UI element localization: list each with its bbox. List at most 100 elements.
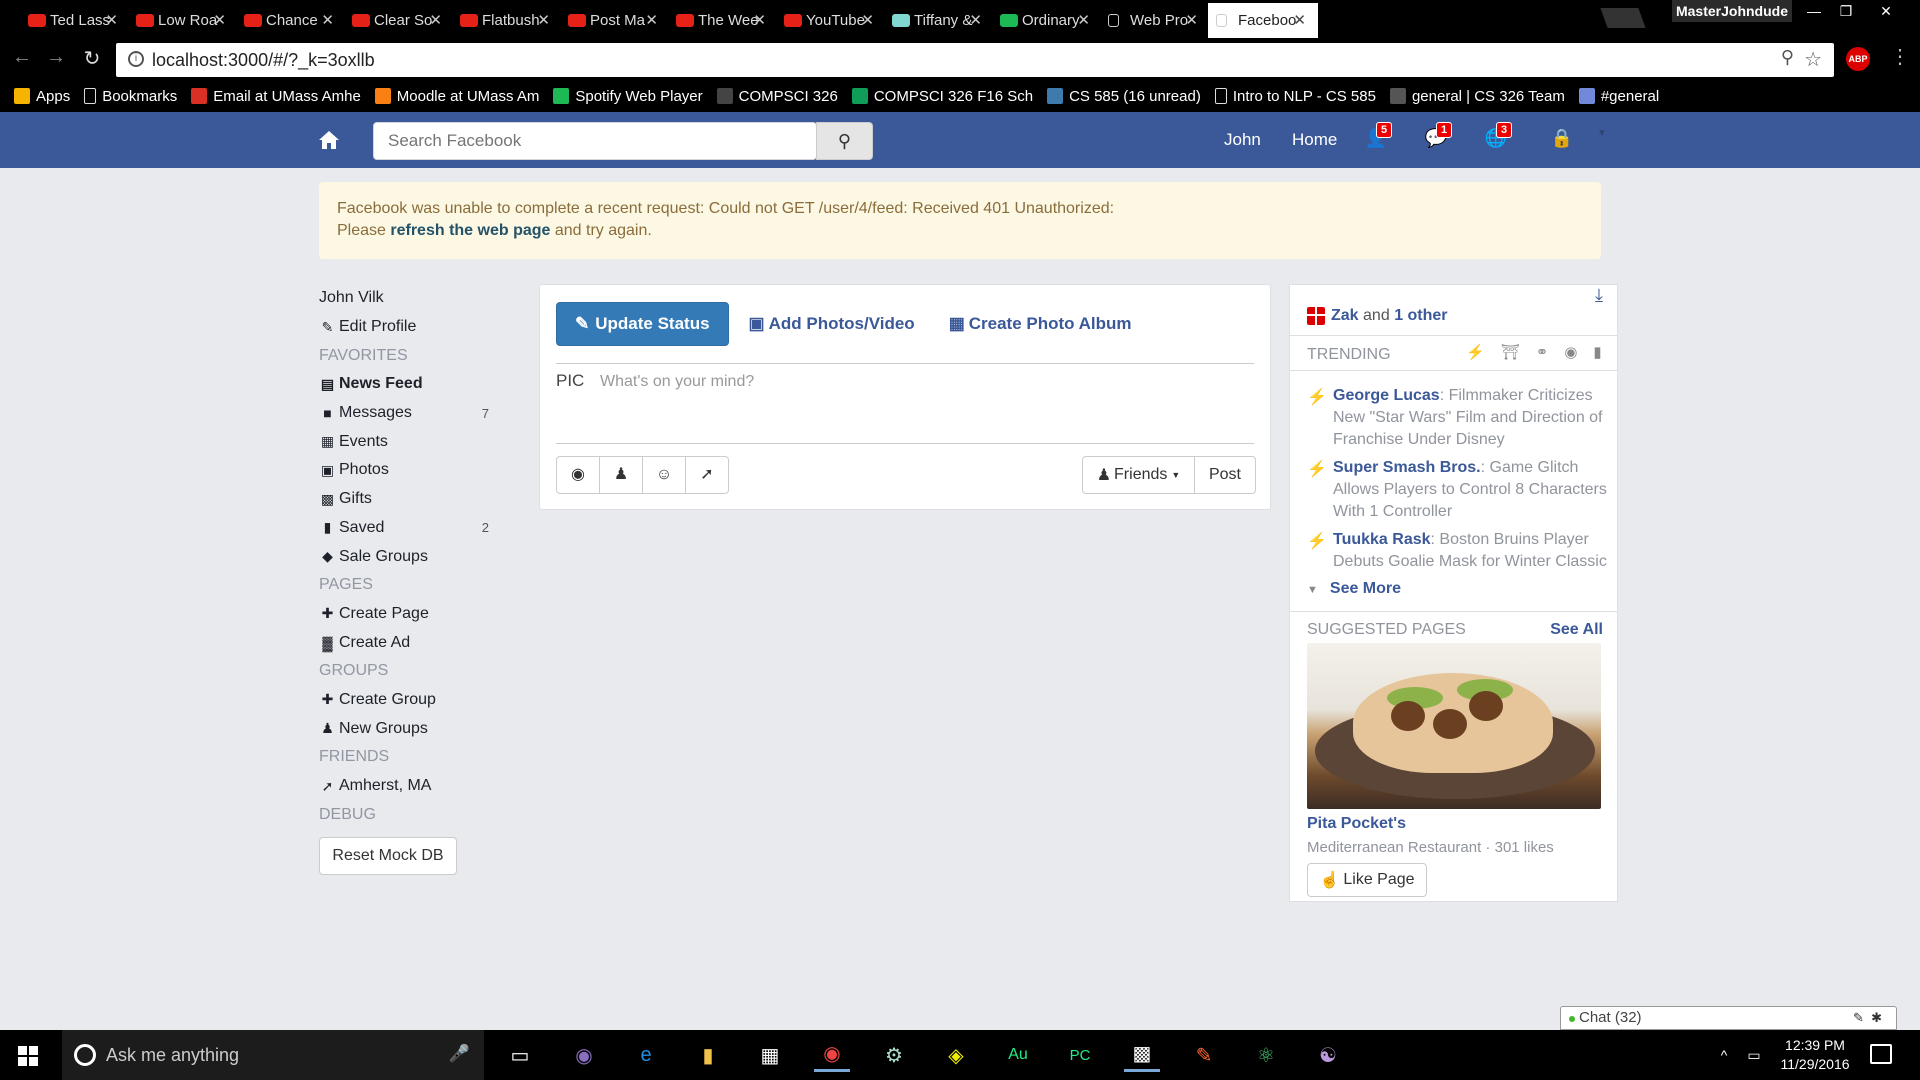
- audition-icon[interactable]: Au: [1000, 1038, 1036, 1072]
- nav-create-ad[interactable]: ▓ Create Ad: [319, 628, 489, 657]
- new-tab-button[interactable]: [1600, 8, 1646, 28]
- action-center-icon[interactable]: [1870, 1044, 1892, 1064]
- bookmark-item[interactable]: general | CS 326 Team: [1389, 88, 1565, 105]
- home-icon[interactable]: [318, 130, 340, 150]
- privacy-lock-icon[interactable]: 🔒: [1550, 128, 1574, 152]
- task-view-icon[interactable]: ▭: [502, 1038, 538, 1072]
- close-tab-icon[interactable]: ✕: [753, 11, 766, 29]
- update-status-tab[interactable]: ✎ Update Status: [556, 302, 729, 346]
- battery-icon[interactable]: ▭: [1736, 1038, 1772, 1072]
- account-menu-caret-icon[interactable]: ▼: [1590, 128, 1614, 152]
- trend-title[interactable]: Super Smash Bros.: [1333, 459, 1481, 476]
- nav-location[interactable]: ➚ Amherst, MA: [319, 772, 489, 801]
- browser-tab[interactable]: YouTube ✕: [776, 3, 886, 38]
- video-camera-icon[interactable]: ▮: [1593, 343, 1601, 361]
- chrome-menu-icon[interactable]: ⋮: [1890, 44, 1910, 69]
- chat-compose-and-settings-icons[interactable]: ✎ ✱: [1853, 1007, 1882, 1029]
- close-tab-icon[interactable]: ✕: [861, 11, 874, 29]
- system-clock[interactable]: 12:39 PM 11/29/2016: [1770, 1036, 1860, 1074]
- reset-mock-db-button[interactable]: Reset Mock DB: [319, 837, 457, 876]
- browser-tab[interactable]: Ted Lass ✕: [20, 3, 130, 38]
- search-input[interactable]: [374, 123, 814, 159]
- landmark-icon[interactable]: ⛩: [1501, 343, 1520, 361]
- bookmark-item[interactable]: Intro to NLP - CS 585: [1214, 88, 1376, 105]
- friend-requests-icon[interactable]: 👤 5: [1364, 122, 1393, 152]
- back-arrow-icon[interactable]: ←: [8, 46, 36, 69]
- tag-friend-icon[interactable]: ♟: [599, 456, 643, 494]
- status-textarea[interactable]: [600, 373, 1240, 433]
- browser-tab[interactable]: Flatbush ✕: [452, 3, 562, 38]
- birthday-other-link[interactable]: 1 other: [1394, 307, 1447, 325]
- paint-icon[interactable]: ✎: [1186, 1038, 1222, 1072]
- info-icon[interactable]: i: [128, 51, 144, 67]
- browser-tab[interactable]: Web Pro ✕: [1100, 3, 1210, 38]
- edit-profile-link[interactable]: ✎ Edit Profile: [319, 313, 489, 342]
- eclipse-icon[interactable]: ◉: [566, 1038, 602, 1072]
- chrome-icon[interactable]: ◉: [814, 1038, 850, 1072]
- bookmark-item[interactable]: CS 585 (16 unread): [1047, 88, 1201, 105]
- profile-name[interactable]: John Vilk: [319, 284, 489, 313]
- see-all-link[interactable]: See All: [1550, 621, 1603, 639]
- close-window-icon[interactable]: ✕: [1872, 0, 1900, 22]
- reload-icon[interactable]: ↻: [78, 46, 106, 71]
- bookmark-item[interactable]: COMPSCI 326 F16 Sch: [851, 88, 1033, 105]
- paint-palette-icon[interactable]: ☯: [1310, 1038, 1346, 1072]
- browser-tab[interactable]: The Wee ✕: [668, 3, 778, 38]
- browser-tab[interactable]: Tiffany & ✕: [884, 3, 994, 38]
- edge-icon[interactable]: e: [628, 1038, 664, 1072]
- browser-tab[interactable]: Ordinary ✕: [992, 3, 1102, 38]
- bookmark-item[interactable]: Email at UMass Amhe: [191, 88, 361, 105]
- close-tab-icon[interactable]: ✕: [537, 11, 550, 29]
- add-photos-tab[interactable]: ▣ Add Photos/Video: [749, 314, 915, 334]
- address-bar[interactable]: i localhost:3000/#/?_k=3oxllb ⚲ ☆: [116, 43, 1834, 77]
- browser-profile-button[interactable]: MasterJohndude: [1672, 0, 1792, 22]
- nav-create-page[interactable]: ✚ Create Page: [319, 600, 489, 629]
- file-explorer-icon[interactable]: ▮: [690, 1038, 726, 1072]
- pita-pocket-photo[interactable]: [1307, 643, 1601, 809]
- restore-icon[interactable]: ❐: [1832, 0, 1860, 22]
- search-box[interactable]: [373, 122, 817, 160]
- browser-tab[interactable]: Faceboo ✕: [1208, 3, 1318, 38]
- trend-title[interactable]: Tuukka Rask: [1333, 531, 1431, 548]
- nav-create-group[interactable]: ✚ Create Group: [319, 686, 489, 715]
- fl-studio-icon[interactable]: ◈: [938, 1038, 974, 1072]
- page-name-link[interactable]: Pita Pocket's: [1307, 813, 1406, 835]
- close-tab-icon[interactable]: ✕: [645, 11, 658, 29]
- browser-tab[interactable]: Clear So ✕: [344, 3, 454, 38]
- user-link[interactable]: John: [1224, 130, 1261, 150]
- smiley-icon[interactable]: ☺: [642, 456, 686, 494]
- chat-bar[interactable]: Chat (32) ✎ ✱: [1560, 1006, 1897, 1030]
- nav-sale-groups[interactable]: ◆ Sale Groups: [319, 542, 489, 571]
- nav-messages[interactable]: ■ Messages 7: [319, 399, 489, 428]
- bookmark-item[interactable]: COMPSCI 326: [716, 88, 838, 105]
- store-icon[interactable]: ▦: [752, 1038, 788, 1072]
- messages-icon[interactable]: 💬 1: [1424, 122, 1453, 152]
- bookmark-item[interactable]: Spotify Web Player: [553, 88, 703, 105]
- nav-saved[interactable]: ▮ Saved 2: [319, 514, 489, 543]
- science-icon[interactable]: ⚭: [1536, 343, 1549, 361]
- command-prompt-icon[interactable]: ▩: [1124, 1038, 1160, 1072]
- minimize-icon[interactable]: —: [1800, 0, 1828, 22]
- close-tab-icon[interactable]: ✕: [1185, 11, 1198, 29]
- close-tab-icon[interactable]: ✕: [105, 11, 118, 29]
- bookmark-item[interactable]: Bookmarks: [84, 88, 177, 105]
- close-tab-icon[interactable]: ✕: [429, 11, 442, 29]
- steam-icon[interactable]: ⚙: [876, 1038, 912, 1072]
- forward-arrow-icon[interactable]: →: [42, 46, 70, 69]
- cortana-search-box[interactable]: Ask me anything 🎤: [62, 1030, 484, 1080]
- nav-gifts[interactable]: ▩ Gifts: [319, 485, 489, 514]
- see-more-link[interactable]: ▼ See More: [1307, 580, 1401, 598]
- pushpin-icon[interactable]: ➚: [685, 456, 729, 494]
- windows-start-icon[interactable]: [18, 1046, 38, 1066]
- audience-dropdown[interactable]: ♟ Friends ▼: [1082, 456, 1195, 494]
- browser-tab[interactable]: Low Roa ✕: [128, 3, 238, 38]
- bolt-icon[interactable]: ⚡: [1466, 343, 1485, 361]
- like-page-button[interactable]: ☝ Like Page: [1307, 863, 1427, 897]
- post-button[interactable]: Post: [1194, 456, 1256, 494]
- bookmark-item[interactable]: Apps: [14, 88, 70, 105]
- notifications-icon[interactable]: 🌐 3: [1484, 122, 1513, 152]
- refresh-link[interactable]: refresh the web page: [390, 222, 550, 239]
- download-icon[interactable]: ⤓: [1595, 285, 1603, 306]
- nav-news-feed[interactable]: ▤ News Feed: [319, 370, 489, 399]
- trend-title[interactable]: George Lucas: [1333, 387, 1440, 404]
